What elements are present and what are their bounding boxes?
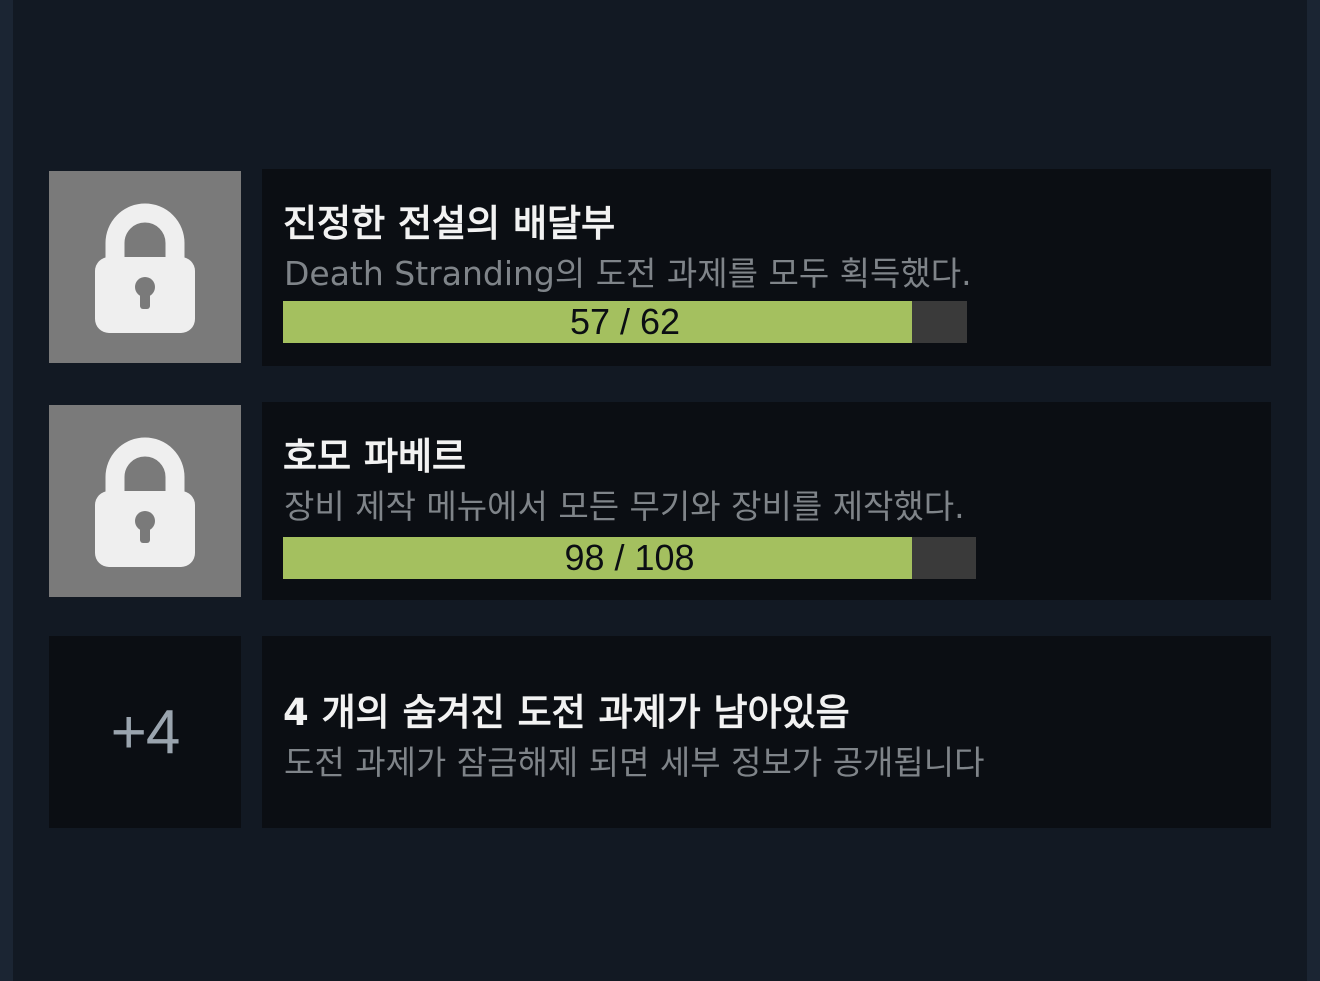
achievement-description: Death Stranding의 도전 과제를 모두 획득했다. <box>284 254 972 293</box>
progress-text: 57 / 62 <box>569 301 681 342</box>
hidden-count-box: +4 <box>49 636 241 828</box>
lock-icon <box>95 437 195 567</box>
hidden-count: +4 <box>110 697 181 767</box>
achievement-icon <box>49 405 241 597</box>
hidden-achievements-title: 4 개의 숨겨진 도전 과제가 남아있음 <box>283 691 850 734</box>
achievement-icon <box>49 171 241 363</box>
achievement-card: 진정한 전설의 배달부 Death Stranding의 도전 과제를 모두 획… <box>262 169 1271 366</box>
progress-text: 98 / 108 <box>564 537 695 578</box>
hidden-achievements-card: 4 개의 숨겨진 도전 과제가 남아있음 도전 과제가 잠금해제 되면 세부 정… <box>262 636 1271 828</box>
achievements-page: 진정한 전설의 배달부 Death Stranding의 도전 과제를 모두 획… <box>13 0 1307 981</box>
lock-icon <box>95 203 195 333</box>
achievement-description: 장비 제작 메뉴에서 모든 무기와 장비를 제작했다. <box>284 487 965 526</box>
achievement-title: 진정한 전설의 배달부 <box>283 202 616 245</box>
progress-bar: 98 / 108 <box>283 537 976 579</box>
achievement-title: 호모 파베르 <box>283 435 467 478</box>
achievement-card: 호모 파베르 장비 제작 메뉴에서 모든 무기와 장비를 제작했다. 98 / … <box>262 402 1271 600</box>
progress-bar: 57 / 62 <box>283 301 967 343</box>
hidden-achievements-description: 도전 과제가 잠금해제 되면 세부 정보가 공개됩니다 <box>284 743 985 782</box>
